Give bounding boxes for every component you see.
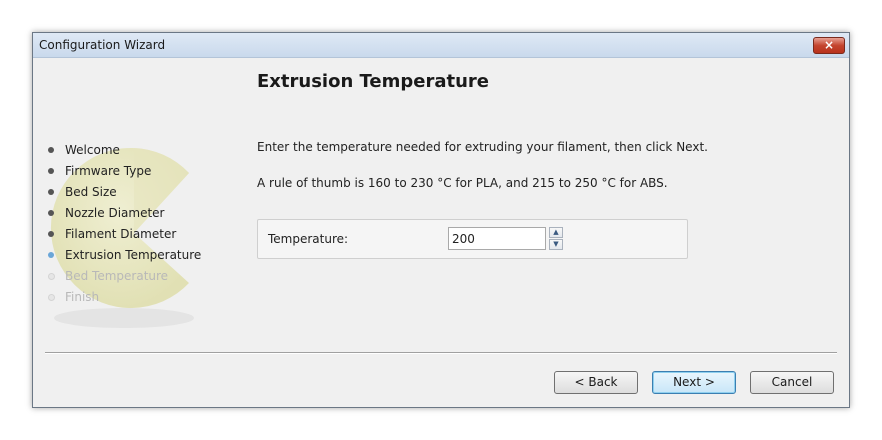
step-bullet-icon	[48, 147, 54, 153]
step-label: Filament Diameter	[65, 227, 177, 241]
spin-up-button[interactable]: ▲	[549, 227, 563, 238]
step-bed-size: Bed Size	[43, 182, 201, 203]
temperature-spinner: ▲ ▼	[549, 227, 563, 250]
next-button[interactable]: Next >	[652, 371, 736, 394]
rule-of-thumb-text: A rule of thumb is 160 to 230 °C for PLA…	[257, 176, 668, 190]
cancel-button[interactable]: Cancel	[750, 371, 834, 394]
temperature-panel: Temperature: ▲ ▼	[257, 219, 688, 259]
step-nozzle-diameter: Nozzle Diameter	[43, 203, 201, 224]
temperature-label: Temperature:	[268, 232, 349, 246]
step-filament-diameter: Filament Diameter	[43, 224, 201, 245]
step-bed-temperature: Bed Temperature	[43, 266, 201, 287]
instruction-text: Enter the temperature needed for extrudi…	[257, 140, 708, 154]
close-button[interactable]: ×	[813, 37, 845, 54]
step-label: Extrusion Temperature	[65, 248, 202, 262]
step-welcome: Welcome	[43, 140, 201, 161]
button-separator	[45, 352, 837, 354]
step-bullet-icon	[48, 294, 55, 301]
step-label: Bed Temperature	[65, 269, 169, 283]
step-bullet-icon	[48, 168, 54, 174]
step-bullet-icon	[48, 231, 54, 237]
step-label: Welcome	[65, 143, 120, 157]
step-firmware-type: Firmware Type	[43, 161, 201, 182]
chevron-down-icon: ▼	[553, 240, 559, 248]
configuration-wizard-window: Configuration Wizard × Extrusion Tempera…	[32, 32, 850, 408]
wizard-client-area: Extrusion Temperature Welcome Firmware T…	[33, 58, 849, 407]
temperature-input[interactable]	[448, 227, 546, 250]
chevron-up-icon: ▲	[553, 228, 559, 236]
step-bullet-icon	[48, 252, 54, 258]
title-bar: Configuration Wizard ×	[33, 33, 849, 58]
step-label: Firmware Type	[65, 164, 152, 178]
back-button[interactable]: < Back	[554, 371, 638, 394]
step-extrusion-temperature: Extrusion Temperature	[43, 245, 201, 266]
step-finish: Finish	[43, 287, 201, 308]
window-title: Configuration Wizard	[39, 38, 166, 52]
step-label: Nozzle Diameter	[65, 206, 165, 220]
step-label: Bed Size	[65, 185, 117, 199]
step-bullet-icon	[48, 273, 55, 280]
close-icon: ×	[823, 38, 835, 52]
step-label: Finish	[65, 290, 100, 304]
step-bullet-icon	[48, 210, 54, 216]
wizard-steps: Welcome Firmware Type Bed Size Nozzle Di…	[43, 140, 201, 308]
spin-down-button[interactable]: ▼	[549, 239, 563, 250]
step-bullet-icon	[48, 189, 54, 195]
page-title: Extrusion Temperature	[257, 71, 490, 92]
